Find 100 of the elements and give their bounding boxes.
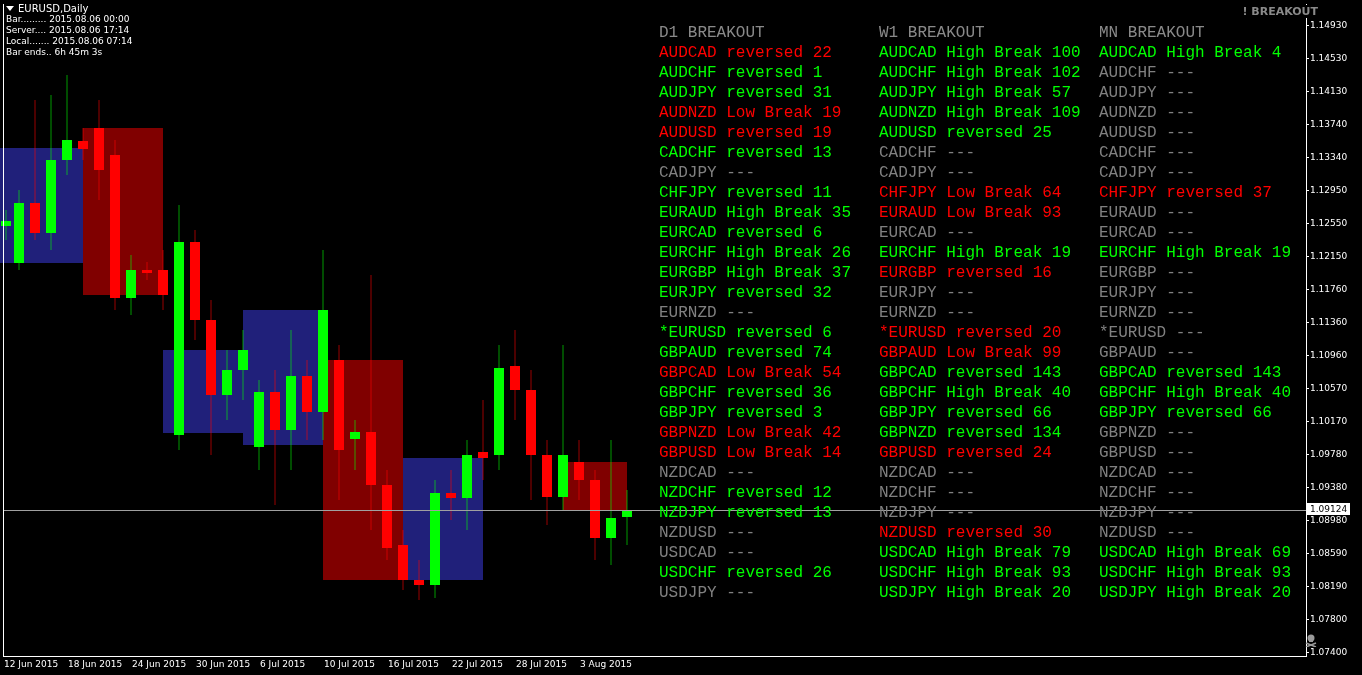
breakout-entry: *EURUSD reversed 6: [659, 323, 832, 343]
breakout-entry: CADJPY ---: [879, 163, 975, 183]
breakout-entry: AUDJPY High Break 57: [879, 83, 1072, 103]
column-header: W1 BREAKOUT: [879, 23, 985, 43]
breakout-entry: USDCHF High Break 93: [879, 563, 1072, 583]
breakout-entry: USDCAD High Break 69: [1099, 543, 1292, 563]
price-label: 1.14530: [1310, 52, 1348, 64]
breakout-entry: NZDCHF reversed 12: [659, 483, 832, 503]
breakout-entry: GBPNZD Low Break 42: [659, 423, 842, 443]
breakout-entry: GBPUSD ---: [1099, 443, 1195, 463]
candle: [222, 349, 232, 421]
price-label: 1.13740: [1310, 118, 1348, 130]
breakout-entry: GBPCHF reversed 36: [659, 383, 832, 403]
breakout-entry: CADJPY ---: [659, 163, 755, 183]
breakout-entry: CHFJPY reversed 11: [659, 183, 832, 203]
price-label: 1.14130: [1310, 85, 1348, 97]
candle: [238, 329, 248, 401]
breakout-entry: EURGBP High Break 37: [659, 263, 852, 283]
breakout-entry: EURAUD Low Break 93: [879, 203, 1062, 223]
date-label: 22 Jul 2015: [452, 659, 504, 669]
breakout-entry: AUDCHF High Break 102: [879, 63, 1081, 83]
breakout-entry: USDCHF reversed 26: [659, 563, 832, 583]
info-text: Bar......... 2015.08.06 00:00: [6, 14, 131, 25]
breakout-entry: USDJPY ---: [659, 583, 755, 603]
breakout-entry: EURCAD reversed 6: [659, 223, 823, 243]
date-label: 28 Jul 2015: [516, 659, 568, 669]
breakout-entry: GBPAUD Low Break 99: [879, 343, 1062, 363]
breakout-entry: AUDCHF ---: [1099, 63, 1195, 83]
breakout-entry: NZDCHF ---: [879, 483, 975, 503]
date-label: 30 Jun 2015: [196, 659, 252, 669]
current-price-label: 1.09124: [1307, 503, 1351, 515]
breakout-entry: EURGBP reversed 16: [879, 263, 1052, 283]
price-label: 1.09780: [1310, 448, 1348, 460]
breakout-entry: AUDUSD reversed 25: [879, 123, 1052, 143]
breakout-entry: GBPCHF High Break 40: [879, 383, 1072, 403]
breakout-entry: EURAUD ---: [1099, 203, 1195, 223]
breakout-entry: EURJPY ---: [879, 283, 975, 303]
price-label: 1.11360: [1310, 316, 1348, 328]
breakout-entry: NZDCAD ---: [1099, 463, 1195, 483]
breakout-entry: NZDUSD reversed 30: [879, 523, 1052, 543]
breakout-entry: AUDJPY ---: [1099, 83, 1195, 103]
price-label: 1.08980: [1310, 514, 1348, 526]
candle: [350, 419, 360, 471]
candle: [398, 529, 408, 591]
breakout-entry: AUDCAD High Break 4: [1099, 43, 1282, 63]
breakout-entry: GBPNZD reversed 134: [879, 423, 1062, 443]
breakout-entry: GBPJPY reversed 66: [1099, 403, 1272, 423]
candle: [78, 127, 88, 161]
breakout-entry: EURCAD ---: [879, 223, 975, 243]
breakout-entry: GBPAUD ---: [1099, 343, 1195, 363]
date-label: 10 Jul 2015: [324, 659, 376, 669]
breakout-entry: CADJPY ---: [1099, 163, 1195, 183]
price-label: 1.10570: [1310, 382, 1348, 394]
breakout-entry: USDCHF High Break 93: [1099, 563, 1292, 583]
price-label: 1.13340: [1310, 151, 1348, 163]
date-label: 3 Aug 2015: [580, 659, 633, 669]
breakout-entry: CHFJPY reversed 37: [1099, 183, 1272, 203]
info-text: Server.... 2015.08.06 17:14: [6, 25, 131, 36]
price-label: 1.12950: [1310, 184, 1348, 196]
breakout-entry: NZDUSD ---: [659, 523, 755, 543]
breakout-entry: GBPCAD reversed 143: [879, 363, 1062, 383]
breakout-entry: USDCAD ---: [659, 543, 755, 563]
breakout-entry: USDCAD High Break 79: [879, 543, 1072, 563]
breakout-entry: GBPAUD reversed 74: [659, 343, 832, 363]
price-label: 1.07400: [1310, 646, 1348, 658]
price-label: 1.08590: [1310, 547, 1348, 559]
breakout-entry: CADCHF ---: [879, 143, 975, 163]
breakout-entry: CADCHF ---: [1099, 143, 1195, 163]
skull-icon: [1305, 634, 1317, 647]
breakout-entry: NZDUSD ---: [1099, 523, 1195, 543]
breakout-entry: EURJPY ---: [1099, 283, 1195, 303]
breakout-entry: EURCHF High Break 19: [879, 243, 1072, 263]
breakout-entry: AUDNZD ---: [1099, 103, 1195, 123]
breakout-entry: AUDUSD ---: [1099, 123, 1195, 143]
candle: [126, 254, 136, 316]
breakout-entry: AUDNZD High Break 109: [879, 103, 1081, 123]
info-text: Bar ends.. 6h 45m 3s: [6, 47, 104, 58]
info-text: Local....... 2015.08.06 07:14: [6, 36, 133, 47]
price-label: 1.10170: [1310, 415, 1348, 427]
price-label: 1.08190: [1310, 580, 1348, 592]
breakout-entry: AUDNZD Low Break 19: [659, 103, 842, 123]
breakout-entry: AUDCAD High Break 100: [879, 43, 1081, 63]
candle: [1, 209, 11, 241]
breakout-entry: USDJPY High Break 20: [879, 583, 1072, 603]
breakout-entry: GBPNZD ---: [1099, 423, 1195, 443]
column-header: MN BREAKOUT: [1099, 23, 1205, 43]
breakout-entry: EURJPY reversed 32: [659, 283, 832, 303]
price-label: 1.07800: [1310, 613, 1348, 625]
price-label: 1.12150: [1310, 250, 1348, 262]
date-label: 18 Jun 2015: [68, 659, 124, 669]
symbol-dropdown[interactable]: EURUSD,Daily: [6, 3, 133, 14]
breakout-entry: NZDCAD ---: [879, 463, 975, 483]
breakout-entry: USDJPY High Break 20: [1099, 583, 1292, 603]
candle: [414, 559, 424, 601]
price-label: 1.10960: [1310, 349, 1348, 361]
price-label: 1.12550: [1310, 217, 1348, 229]
column-header: D1 BREAKOUT: [659, 23, 765, 43]
breakout-entry: EURNZD ---: [659, 303, 755, 323]
breakout-entry: EURNZD ---: [879, 303, 975, 323]
breakout-entry: AUDCHF reversed 1: [659, 63, 823, 83]
